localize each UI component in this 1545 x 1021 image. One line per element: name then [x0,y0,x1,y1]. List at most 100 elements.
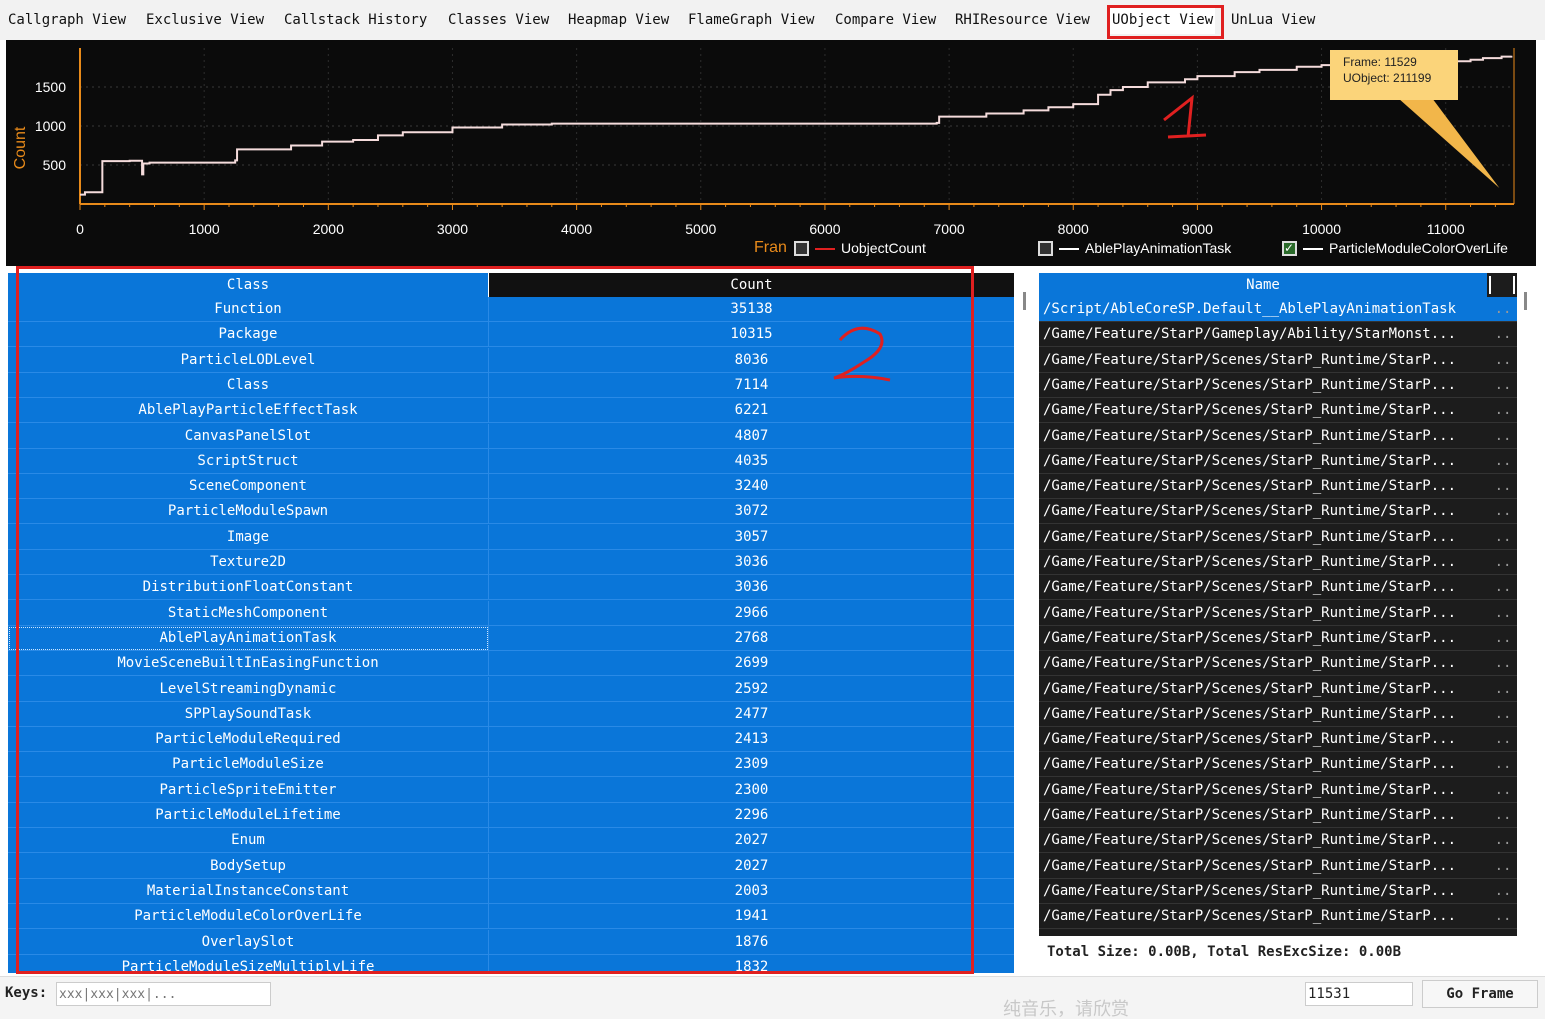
table-row[interactable]: SPPlaySoundTask 2477 [8,701,1014,727]
column-resize-icon[interactable] [1489,276,1515,294]
table-row[interactable]: AblePlayParticleEffectTask 6221 [8,398,1014,424]
list-item[interactable]: /Game/Feature/StarP/Scenes/StarP_Runtime… [1039,449,1517,474]
count-cell: 3057 [734,528,769,545]
list-item[interactable]: /Game/Feature/StarP/Scenes/StarP_Runtime… [1039,752,1517,778]
keys-input[interactable] [56,982,271,1006]
go-frame-button[interactable]: Go Frame [1422,980,1538,1008]
x-tick-label: 2000 [313,221,344,237]
count-cell: 4807 [734,427,769,444]
keys-label: Keys: [5,985,48,1001]
table-row[interactable]: ParticleModuleLifetime 2296 [8,803,1014,828]
table-row[interactable]: CanvasPanelSlot 4807 [8,423,1014,449]
list-item[interactable]: /Game/Feature/StarP/Gameplay/Ability/Sta… [1039,322,1517,348]
table-row[interactable]: ScriptStruct 4035 [8,448,1014,474]
table-row[interactable]: ParticleModuleColorOverLife 1941 [8,904,1014,930]
uobject-count-chart[interactable]: 500 1000 1500 0 1000 2000 3000 4000 5000 6000 7000… [6,40,1536,266]
table-row[interactable]: ParticleModuleRequired 2413 [8,727,1014,753]
list-item[interactable]: /Game/Feature/StarP/Scenes/StarP_Runtime… [1039,854,1517,879]
table-row[interactable]: MovieSceneBuiltInEasingFunction 2699 [8,651,1014,677]
table-row[interactable]: DistributionFloatConstant 3036 [8,575,1014,601]
x-tick-label: 1000 [189,221,220,237]
overflow-cell: .. [1494,579,1512,596]
column-header-count[interactable]: Count [489,273,1014,297]
column-header-class[interactable]: Class [8,273,489,297]
class-cell: OverlaySlot [8,929,489,955]
frame-input[interactable] [1305,982,1413,1006]
list-item[interactable]: /Game/Feature/StarP/Scenes/StarP_Runtime… [1039,499,1517,525]
list-item[interactable]: /Game/Feature/StarP/Scenes/StarP_Runtime… [1039,525,1517,550]
list-item[interactable]: /Game/Feature/StarP/Scenes/StarP_Runtime… [1039,474,1517,500]
chart-canvas[interactable]: 500 1000 1500 0 1000 2000 3000 4000 5000 6000 7000… [6,40,1536,266]
name-cell: /Script/AbleCoreSP.Default__AblePlayAnim… [1043,301,1457,317]
list-item[interactable]: /Game/Feature/StarP/Scenes/StarP_Runtime… [1039,904,1517,930]
table-row[interactable]: ParticleModuleSize 2309 [8,752,1014,778]
table-row[interactable]: StaticMeshComponent 2966 [8,600,1014,626]
list-item[interactable]: /Game/Feature/StarP/Scenes/StarP_Runtime… [1039,727,1517,753]
table-row[interactable]: Enum 2027 [8,828,1014,854]
name-cell: /Game/Feature/StarP/Scenes/StarP_Runtime… [1043,731,1457,748]
overflow-cell: .. [1494,427,1512,444]
tab-uobject-view[interactable]: UObject View [1110,6,1216,34]
tab-classes-view[interactable]: Classes View [446,6,551,34]
tab-flamegraph-view[interactable]: FlameGraph View [686,6,816,34]
tab-callgraph-view[interactable]: Callgraph View [6,6,128,34]
column-header-name[interactable]: Name [1039,273,1487,297]
list-item[interactable]: /Game/Feature/StarP/Scenes/StarP_Runtime… [1039,398,1517,424]
splitter-handle[interactable] [1023,292,1026,310]
table-row[interactable]: LevelStreamingDynamic 2592 [8,676,1014,702]
list-item[interactable]: /Game/Feature/StarP/Scenes/StarP_Runtime… [1039,601,1517,626]
name-table[interactable]: Name /Script/AbleCoreSP.Default__AblePla… [1039,273,1517,936]
checkbox-icon[interactable] [1038,240,1053,256]
table-row[interactable]: OverlaySlot 1876 [8,929,1014,955]
list-item[interactable]: /Game/Feature/StarP/Scenes/StarP_Runtime… [1039,778,1517,803]
list-item[interactable]: /Game/Feature/StarP/Scenes/StarP_Runtime… [1039,828,1517,854]
list-item[interactable]: /Game/Feature/StarP/Scenes/StarP_Runtime… [1039,677,1517,702]
overflow-cell: .. [1494,807,1512,823]
tab-unlua-view[interactable]: UnLua View [1229,6,1317,34]
list-item[interactable]: /Game/Feature/StarP/Scenes/StarP_Runtime… [1039,424,1517,449]
list-item[interactable]: /Game/Feature/StarP/Scenes/StarP_Runtime… [1039,651,1517,677]
table-row[interactable]: SceneComponent 3240 [8,474,1014,500]
list-item[interactable]: /Script/AbleCoreSP.Default__AblePlayAnim… [1039,297,1517,322]
right-scroll-handle[interactable] [1524,292,1527,310]
table-row[interactable]: Function 35138 [8,297,1014,322]
list-item[interactable]: /Game/Feature/StarP/Scenes/StarP_Runtime… [1039,803,1517,828]
count-cell: 6221 [734,402,769,419]
tab-rhiresource-view[interactable]: RHIResource View [953,6,1092,34]
legend-uobjectcount[interactable]: UobjectCount [794,238,926,258]
table-row[interactable]: BodySetup 2027 [8,853,1014,879]
list-item[interactable]: /Game/Feature/StarP/Scenes/StarP_Runtime… [1039,348,1517,373]
table-row[interactable]: ParticleModuleSpawn 3072 [8,499,1014,525]
count-cell: 1832 [734,958,769,973]
overflow-cell: .. [1494,781,1512,798]
tab-compare-view[interactable]: Compare View [833,6,938,34]
legend-particlemodulecoloroverlife[interactable]: ParticleModuleColorOverLife [1282,238,1508,258]
tab-callstack-history[interactable]: Callstack History [282,6,429,34]
checkbox-checked-icon[interactable] [1282,238,1297,258]
x-tick-label: 7000 [934,221,965,237]
tab-heapmap-view[interactable]: Heapmap View [566,6,671,34]
list-item[interactable]: /Game/Feature/StarP/Scenes/StarP_Runtime… [1039,575,1517,601]
count-cell: 2477 [734,705,769,722]
x-tick-label: 6000 [809,221,840,237]
count-cell: 1876 [734,933,769,950]
legend-ableplayanimationtask[interactable]: AblePlayAnimationTask [1038,238,1231,258]
name-cell: /Game/Feature/StarP/Scenes/StarP_Runtime… [1043,655,1457,672]
table-row[interactable]: ParticleSpriteEmitter 2300 [8,777,1014,803]
list-item[interactable]: /Game/Feature/StarP/Scenes/StarP_Runtime… [1039,550,1517,575]
annotation-two [833,326,891,382]
tab-exclusive-view[interactable]: Exclusive View [144,6,266,34]
table-row[interactable]: MaterialInstanceConstant 2003 [8,878,1014,904]
checkbox-icon[interactable] [794,240,809,256]
table-row[interactable]: ParticleModuleSizeMultiplyLife 1832 [8,954,1014,973]
table-row[interactable]: AblePlayAnimationTask 2768 [8,625,1014,651]
legend-label: UobjectCount [841,240,926,256]
table-row[interactable]: Texture2D 3036 [8,550,1014,575]
class-cell: MovieSceneBuiltInEasingFunction [8,651,489,677]
list-item[interactable]: /Game/Feature/StarP/Scenes/StarP_Runtime… [1039,626,1517,651]
count-cell: 1941 [734,908,769,925]
table-row[interactable]: Image 3057 [8,524,1014,550]
list-item[interactable]: /Game/Feature/StarP/Scenes/StarP_Runtime… [1039,879,1517,904]
list-item[interactable]: /Game/Feature/StarP/Scenes/StarP_Runtime… [1039,373,1517,398]
list-item[interactable]: /Game/Feature/StarP/Scenes/StarP_Runtime… [1039,702,1517,727]
